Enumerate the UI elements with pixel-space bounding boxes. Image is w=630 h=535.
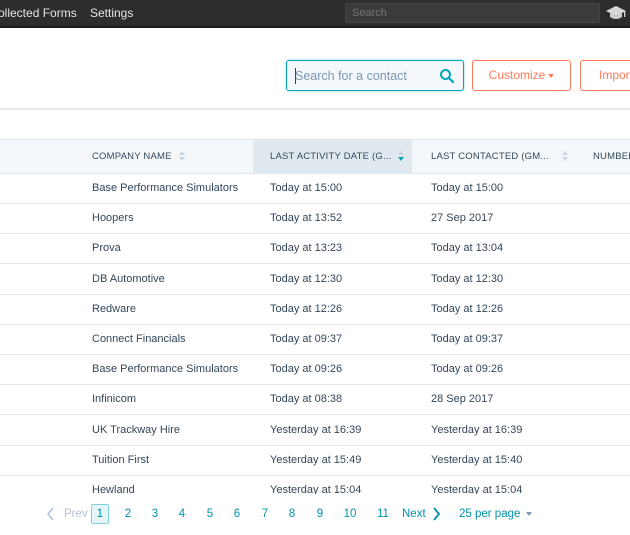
cell-last-contacted: Yesterday at 15:40 [431, 453, 523, 466]
cell-last-contacted: Today at 12:26 [431, 302, 504, 315]
page-button-7[interactable]: 7 [256, 504, 274, 524]
cell-company-name[interactable]: UK Trackway Hire [92, 416, 180, 446]
table-row[interactable]: Infinicom Today at 08:38 28 Sep 2017 [0, 385, 630, 416]
prev-page-button[interactable]: Prev [64, 504, 88, 524]
cell-company-name[interactable]: Base Performance Simulators [92, 355, 238, 385]
column-label: COMPANY NAME [92, 151, 172, 162]
nav-item-settings[interactable]: Settings [90, 0, 133, 28]
cell-last-activity-date: Today at 09:26 [270, 363, 343, 376]
page-button-8[interactable]: 8 [283, 504, 301, 524]
table-row[interactable]: DB Automotive Today at 12:30 Today at 12:3… [0, 265, 630, 295]
table-row[interactable]: Tuition First Yesterday at 15:49 Yesterday… [0, 446, 630, 476]
cell-company-name[interactable]: Connect Financials [92, 325, 186, 355]
divider [0, 108, 630, 110]
cell-last-contacted: Today at 09:37 [431, 333, 504, 345]
column-header-number[interactable]: NUMBER [593, 140, 630, 174]
sort-icon[interactable] [561, 151, 569, 162]
cell-last-contacted: Yesterday at 16:39 [431, 423, 523, 436]
cell-last-contacted: Today at 15:00 [431, 182, 504, 194]
cell-last-activity-date: Today at 12:30 [270, 272, 343, 285]
cell-last-contacted: Today at 09:26 [431, 363, 504, 376]
table-row[interactable]: Hoopers Today at 13:52 27 Sep 2017 [0, 204, 630, 235]
cell-last-activity-date: Today at 09:37 [270, 333, 343, 345]
table-header: COMPANY NAME LAST ACTIVITY DATE (G... LA… [0, 139, 630, 174]
cell-last-activity-date: Today at 15:00 [270, 182, 343, 194]
sort-icon[interactable] [178, 151, 186, 162]
cell-company-name[interactable]: Redware [92, 295, 136, 325]
contact-search-input[interactable] [295, 67, 435, 85]
page-button-9[interactable]: 9 [311, 504, 329, 524]
customize-label: Customize [488, 68, 546, 82]
column-header-company-name[interactable]: COMPANY NAME [92, 140, 252, 174]
customize-button[interactable]: Customize [472, 60, 571, 91]
cell-last-activity-date: Today at 13:23 [270, 242, 343, 255]
dropdown-caret-icon [526, 511, 533, 516]
cell-company-name[interactable]: DB Automotive [92, 265, 165, 295]
cell-last-activity-date: Yesterday at 15:49 [270, 453, 362, 466]
page-button-2[interactable]: 2 [119, 504, 137, 524]
per-page-label: 25 per page [459, 508, 521, 520]
page-button-3[interactable]: 3 [146, 504, 164, 524]
table-row[interactable]: Prova Today at 13:23 Today at 13:04 [0, 234, 630, 265]
cell-last-contacted: 27 Sep 2017 [431, 212, 494, 225]
table-row[interactable]: Connect Financials Today at 09:37 Today at… [0, 325, 630, 355]
page-button-6[interactable]: 6 [228, 504, 246, 524]
pagination: Prev 1 2 3 4 5 6 7 8 9 10 11 Next 25 per page [0, 494, 630, 535]
nav-item-collected-forms[interactable]: ollected Forms [0, 0, 77, 28]
page-button-4[interactable]: 4 [173, 504, 191, 524]
dropdown-caret-icon [548, 73, 555, 78]
cell-company-name[interactable]: Tuition First [92, 446, 149, 476]
page-button-11[interactable]: 11 [374, 504, 392, 524]
sort-descending-icon[interactable] [397, 151, 405, 162]
column-label: NUMBER [593, 151, 630, 162]
column-label: LAST ACTIVITY DATE (G... [270, 151, 392, 162]
page-button-10[interactable]: 10 [341, 504, 359, 524]
column-header-last-activity-date[interactable]: LAST ACTIVITY DATE (G... [253, 140, 412, 174]
cell-company-name[interactable]: Hoopers [92, 204, 134, 234]
table-row[interactable]: UK Trackway Hire Yesterday at 16:39 Yester… [0, 416, 630, 446]
chevron-right-icon[interactable] [432, 507, 441, 521]
cell-last-contacted: Today at 12:30 [431, 272, 504, 285]
contact-search-field[interactable] [286, 60, 464, 91]
column-header-last-contacted[interactable]: LAST CONTACTED (GM... [431, 140, 591, 174]
cell-last-contacted: 28 Sep 2017 [431, 393, 494, 406]
cell-last-contacted: Today at 13:04 [431, 242, 504, 255]
page-button-1[interactable]: 1 [91, 504, 109, 524]
cell-company-name[interactable]: Infinicom [92, 385, 136, 415]
import-label: Import [599, 68, 630, 82]
column-label: LAST CONTACTED (GM... [431, 151, 549, 162]
cell-last-activity-date: Today at 13:52 [270, 212, 343, 225]
per-page-select[interactable]: 25 per page [459, 504, 533, 524]
cell-last-activity-date: Yesterday at 16:39 [270, 423, 362, 436]
cell-last-activity-date: Today at 08:38 [270, 393, 343, 406]
table-row[interactable]: Base Performance Simulators Today at 15:0… [0, 174, 630, 204]
cell-last-activity-date: Today at 12:26 [270, 302, 343, 315]
cell-company-name[interactable]: Base Performance Simulators [92, 174, 238, 204]
graduation-cap-icon[interactable] [606, 4, 626, 22]
table-row[interactable]: Base Performance Simulators Today at 09:2… [0, 355, 630, 386]
chevron-left-icon [46, 507, 54, 521]
top-navigation-bar: ollected Forms Settings [0, 0, 630, 28]
next-page-button[interactable]: Next [402, 504, 426, 524]
global-search-input[interactable] [345, 3, 600, 23]
cell-company-name[interactable]: Prova [92, 234, 121, 264]
import-button[interactable]: Import [580, 60, 630, 91]
search-icon[interactable] [439, 68, 455, 84]
page-button-5[interactable]: 5 [201, 504, 219, 524]
table-row[interactable]: Redware Today at 12:26 Today at 12:26 [0, 295, 630, 325]
